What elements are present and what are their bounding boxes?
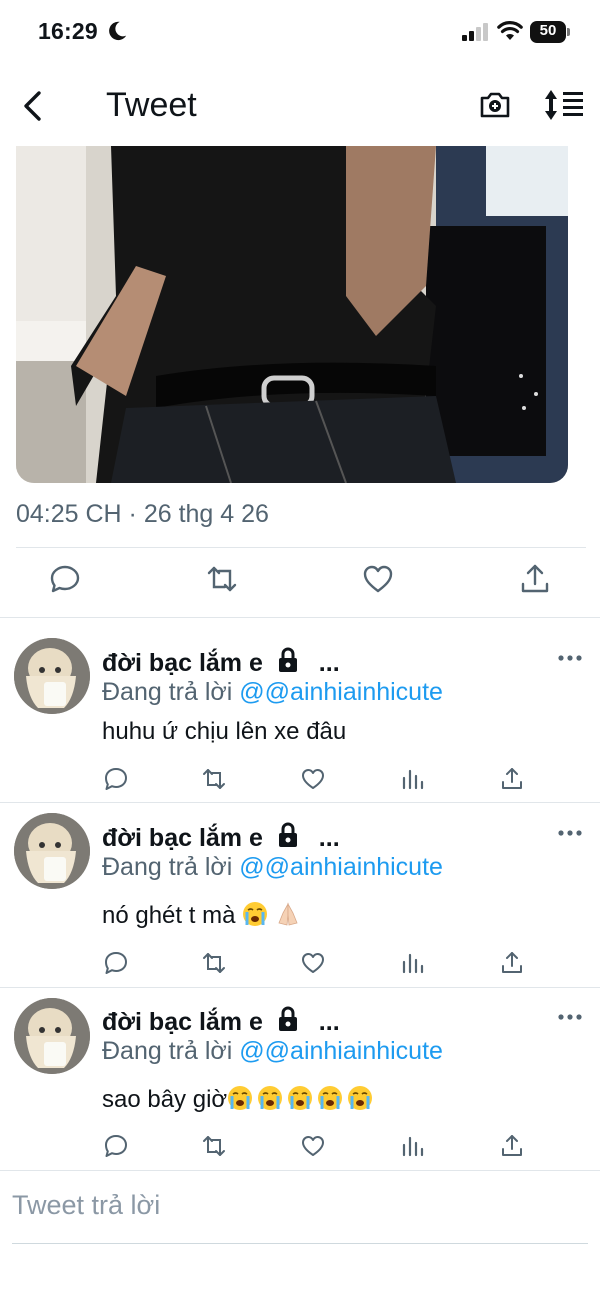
replying-to: Đang trả lời @@ainhiainhicute	[102, 678, 443, 707]
mention-link[interactable]: @@ainhiainhicute	[239, 853, 443, 881]
share-icon[interactable]	[518, 562, 552, 596]
like-icon[interactable]	[361, 562, 395, 596]
more-icon[interactable]	[557, 653, 583, 663]
sort-icon[interactable]	[543, 88, 585, 122]
tweet-photo-image	[16, 146, 568, 483]
lock-icon	[278, 647, 297, 672]
share-icon[interactable]	[499, 766, 525, 792]
compose-underline	[12, 1243, 588, 1244]
like-icon[interactable]	[300, 950, 326, 976]
loudly-crying-face-icon	[318, 1086, 343, 1110]
reply-text-content: sao bây giờ	[102, 1086, 228, 1113]
tweet-timestamp: 04:25 CH · 26 thg 4 26	[16, 500, 269, 528]
analytics-icon[interactable]	[400, 766, 426, 792]
reply-icon[interactable]	[103, 950, 129, 976]
battery-level: 50	[539, 22, 557, 39]
avatar-image	[14, 813, 90, 889]
loudly-crying-face-icon	[348, 1086, 373, 1110]
reply-compose-input[interactable]: Tweet trả lời	[12, 1190, 160, 1221]
reply-text: sao bây giờ	[102, 1085, 373, 1114]
reply-author-name: đời bạc lắm e	[102, 1008, 263, 1036]
cellular-signal-icon	[462, 23, 488, 41]
chevron-left-icon[interactable]	[16, 86, 52, 126]
tweet-photo[interactable]	[16, 146, 568, 483]
retweet-icon[interactable]	[201, 950, 227, 976]
reply-icon[interactable]	[103, 766, 129, 792]
loudly-crying-face-icon	[258, 1086, 283, 1110]
reply-author[interactable]: đời bạc lắm e ...	[102, 646, 340, 678]
retweet-icon[interactable]	[205, 562, 239, 596]
battery-indicator: 50	[530, 21, 570, 43]
retweet-icon[interactable]	[201, 766, 227, 792]
page-title: Tweet	[106, 86, 197, 124]
reply-author-name: đời bạc lắm e	[102, 824, 263, 852]
name-ellipsis: ...	[318, 649, 340, 677]
reply-icon[interactable]	[103, 1133, 129, 1159]
mention-link[interactable]: @@ainhiainhicute	[239, 678, 443, 706]
share-icon[interactable]	[499, 950, 525, 976]
replying-to: Đang trả lời @@ainhiainhicute	[102, 1037, 443, 1066]
avatar-image	[14, 638, 90, 714]
reply-text: nó ghét t mà	[102, 901, 301, 930]
share-icon[interactable]	[499, 1133, 525, 1159]
avatar[interactable]	[14, 998, 90, 1074]
like-icon[interactable]	[300, 1133, 326, 1159]
avatar[interactable]	[14, 638, 90, 714]
reply-text: huhu ứ chịu lên xe đâu	[102, 718, 346, 746]
folded-hands-icon	[278, 902, 298, 926]
status-time: 16:29	[38, 18, 98, 44]
loudly-crying-face-icon	[243, 902, 268, 926]
replying-to: Đang trả lời @@ainhiainhicute	[102, 853, 443, 882]
more-icon[interactable]	[557, 1012, 583, 1022]
avatar-image	[14, 998, 90, 1074]
nav-bar: Tweet	[0, 64, 600, 146]
lock-icon	[278, 1006, 297, 1031]
like-icon[interactable]	[300, 766, 326, 792]
mention-link[interactable]: @@ainhiainhicute	[239, 1037, 443, 1065]
loudly-crying-face-icon	[228, 1086, 253, 1110]
status-bar: 16:29 50	[0, 0, 600, 64]
more-icon[interactable]	[557, 828, 583, 838]
reply-tweet[interactable]: đời bạc lắm e ... Đang trả lời @@ainhiai…	[0, 803, 600, 987]
divider	[0, 1170, 600, 1171]
tweet-action-bar	[0, 562, 600, 602]
analytics-icon[interactable]	[400, 1133, 426, 1159]
camera-icon[interactable]	[478, 88, 512, 122]
lock-icon	[278, 822, 297, 847]
divider	[16, 547, 586, 548]
reply-text-content: huhu ứ chịu lên xe đâu	[102, 718, 347, 745]
replying-to-label: Đang trả lời	[102, 1037, 240, 1065]
analytics-icon[interactable]	[400, 950, 426, 976]
name-ellipsis: ...	[318, 1008, 340, 1036]
reply-author[interactable]: đời bạc lắm e ...	[102, 821, 340, 853]
replying-to-label: Đang trả lời	[102, 678, 240, 706]
avatar[interactable]	[14, 813, 90, 889]
name-ellipsis: ...	[318, 824, 340, 852]
loudly-crying-face-icon	[288, 1086, 313, 1110]
retweet-icon[interactable]	[201, 1133, 227, 1159]
reply-author-name: đời bạc lắm e	[102, 649, 263, 677]
reply-icon[interactable]	[48, 562, 82, 596]
moon-icon	[109, 21, 127, 41]
wifi-icon	[497, 21, 523, 40]
reply-text-content: nó ghét t mà	[102, 902, 243, 929]
battery-cap	[567, 28, 570, 36]
replying-to-label: Đang trả lời	[102, 853, 240, 881]
reply-author[interactable]: đời bạc lắm e ...	[102, 1005, 340, 1037]
reply-tweet[interactable]: đời bạc lắm e ... Đang trả lời @@ainhiai…	[0, 618, 600, 802]
reply-tweet[interactable]: đời bạc lắm e ... Đang trả lời @@ainhiai…	[0, 988, 600, 1170]
